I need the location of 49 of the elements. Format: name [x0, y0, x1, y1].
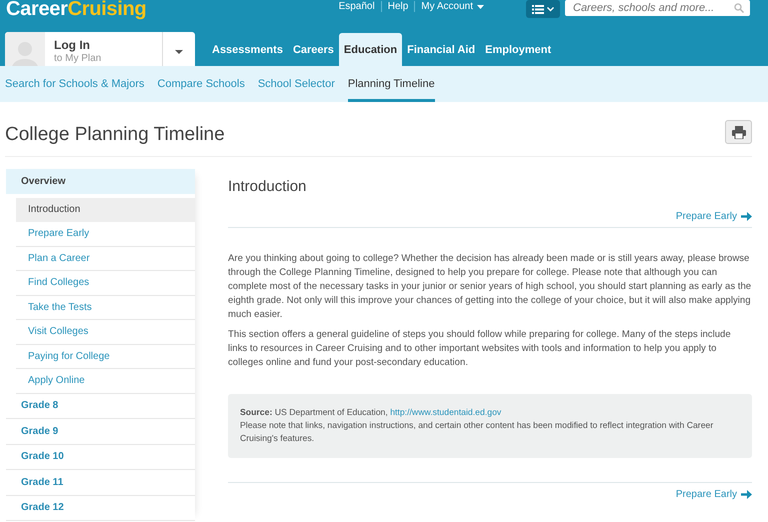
sidebar-item[interactable]: Introduction [16, 198, 195, 222]
sidebar-item[interactable]: Prepare Early [16, 222, 195, 246]
nav-tab[interactable]: Assessments [207, 33, 288, 66]
nav-tab[interactable]: Education [338, 33, 402, 66]
search-field[interactable]: Careers, schools and more... [565, 0, 750, 16]
caret-icon[interactable] [477, 4, 484, 8]
login-subtitle: to My Plan [54, 53, 102, 64]
logo[interactable]: CareerCruising [6, 0, 146, 19]
sidebar-item[interactable]: Visit Colleges [16, 320, 195, 344]
menu-button[interactable] [526, 0, 560, 18]
nav-tab[interactable]: Careers [288, 33, 339, 66]
subnav-tab[interactable]: Planning Timeline [348, 66, 435, 102]
sidebar-item[interactable]: Apply Online [16, 369, 195, 394]
printer-icon [732, 126, 746, 138]
login-card[interactable]: Log In to My Plan [5, 32, 195, 66]
arrow-right-icon [741, 490, 752, 499]
header-link[interactable]: My Account [414, 1, 490, 12]
source-link[interactable]: http://www.studentaid.ed.gov [390, 407, 502, 417]
sidebar-item[interactable]: Plan a Career [16, 246, 195, 271]
subnav-tab[interactable]: Search for Schools & Majors [5, 66, 144, 102]
nav-tab[interactable]: Employment [480, 33, 556, 66]
subnav-tab[interactable]: School Selector [258, 66, 335, 102]
header-link[interactable]: Español [332, 1, 381, 12]
body-paragraph: Are you thinking about going to college? Whether the decision has already been made or is still years away, please browse through the College Planning Timeline, designed to help you prepare for college. Please note that although you can complete most of the necessary tasks in your junior or senior years of high school, you should start planning as early as the eighth grade. Not only will this improve your chances of getting into the college of your choice, but it will also make applying much easier. [228, 252, 752, 322]
body-paragraph: This section offers a general guideline of steps you should follow while preparing for college. Many of the steps include links to resources in Career Cruising and to other important websites with tools and information to help you apply to colleges online and fund your post-secondary education. [228, 328, 732, 370]
sidebar-item[interactable]: Find Colleges [16, 271, 195, 296]
source-note: Please note that links, navigation instructions, and certain other content has been modified to reflect integration with Career Cruising's features. [240, 419, 714, 445]
next-link[interactable]: Prepare Early [676, 211, 752, 222]
sidebar-section[interactable]: Grade 12 [6, 496, 195, 521]
arrow-right-icon [741, 212, 752, 221]
sidebar-item[interactable]: Paying for College [16, 344, 195, 369]
subnav-tab[interactable]: Compare Schools [157, 66, 245, 102]
caret-icon[interactable] [175, 50, 183, 54]
list-icon [532, 4, 544, 14]
print-button[interactable] [725, 120, 752, 144]
chevron-icon [547, 6, 554, 12]
source-citation: Source: US Department of Education, http://www.studentaid.ed.gov [240, 406, 502, 419]
sidebar-section[interactable]: Grade 8 [6, 394, 195, 419]
header-link[interactable]: Help [380, 1, 414, 12]
sidebar-section[interactable]: Overview [6, 169, 195, 194]
sidebar-section[interactable]: Grade 11 [6, 470, 195, 496]
sidebar-section[interactable]: Grade 10 [6, 444, 195, 470]
sidebar-item[interactable]: Take the Tests [16, 296, 195, 320]
section-heading: Introduction [228, 178, 308, 195]
page-title: College Planning Timeline [5, 124, 226, 146]
sidebar-section[interactable]: Grade 9 [6, 419, 195, 444]
next-link[interactable]: Prepare Early [676, 489, 752, 500]
nav-tab[interactable]: Financial Aid [402, 33, 480, 66]
login-title: Log In [54, 38, 91, 52]
